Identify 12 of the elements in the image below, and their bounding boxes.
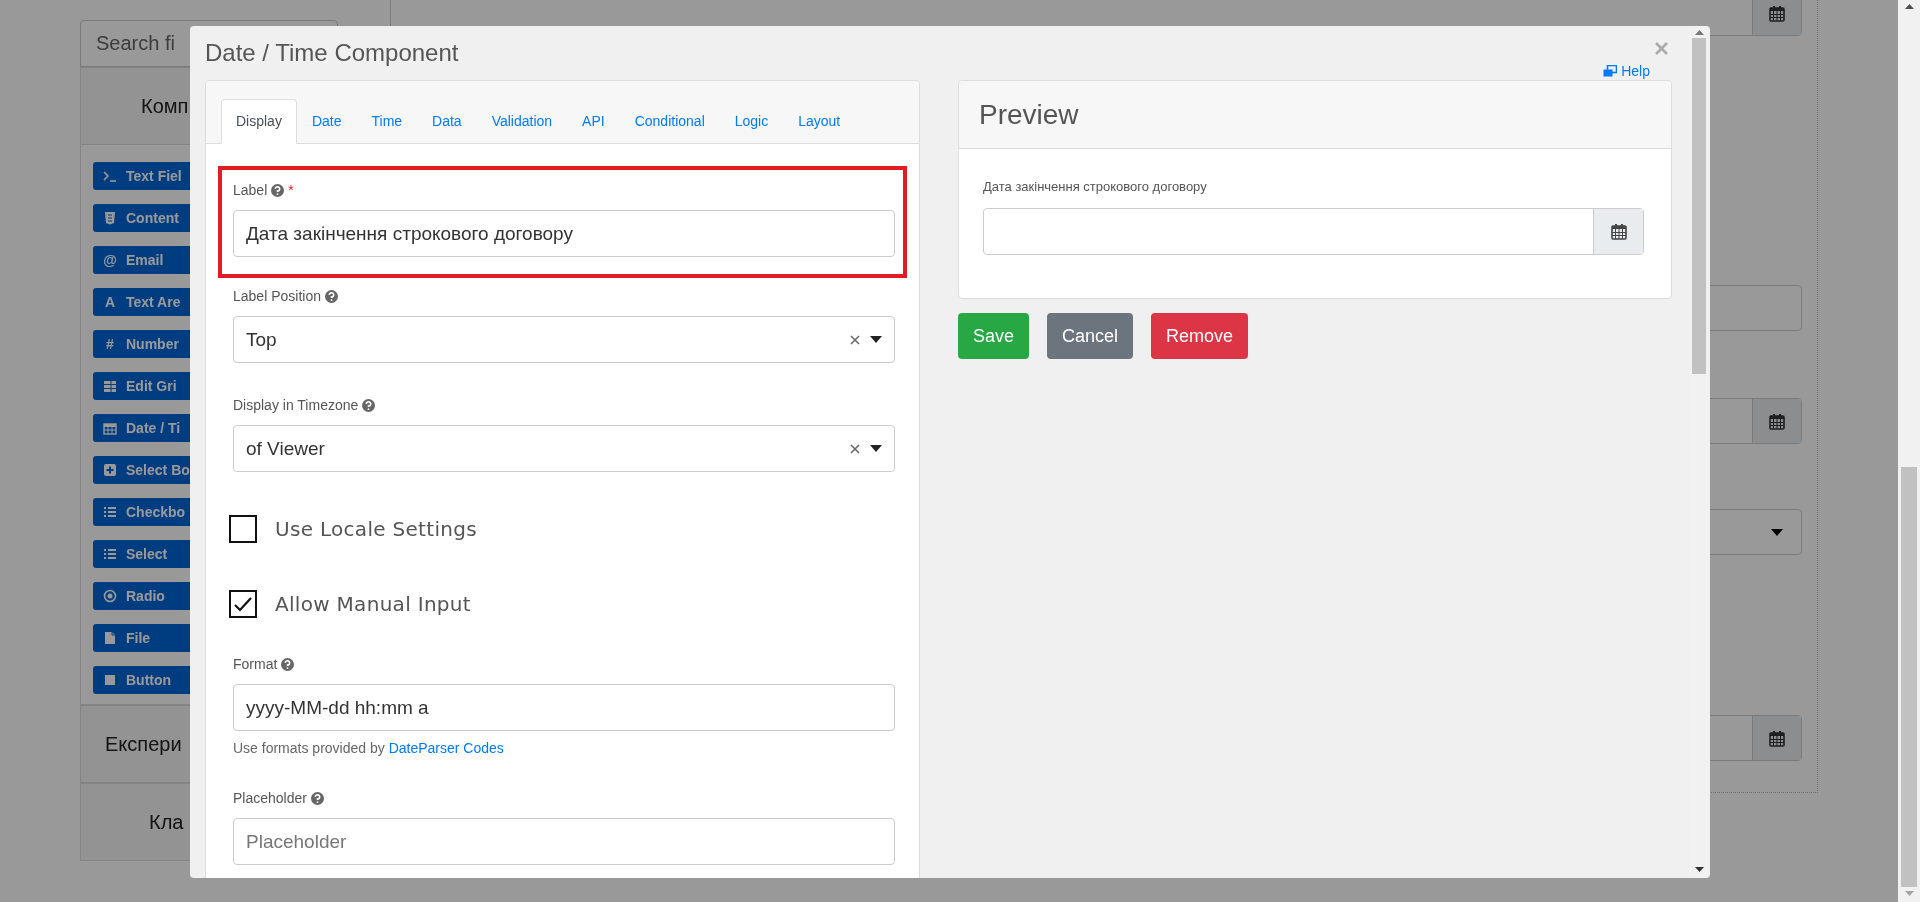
- help-text: Use formats provided by DateParser Codes: [233, 740, 505, 756]
- field-label: Label Position: [233, 288, 321, 305]
- checkbox-label: Use Locale Settings: [275, 517, 477, 541]
- field-label: Format: [233, 656, 278, 673]
- checkbox-label: Allow Manual Input: [275, 592, 471, 616]
- preview-title: Preview: [959, 81, 1671, 149]
- required-mark: *: [288, 182, 294, 199]
- field-label: Дата закінчення строкового договору: [983, 179, 1208, 195]
- field-label: Placeholder: [233, 790, 307, 807]
- dialog-title: Date / Time Component: [205, 38, 459, 68]
- field-label: Display in Timezone: [233, 397, 359, 414]
- field-label: Label: [233, 182, 268, 199]
